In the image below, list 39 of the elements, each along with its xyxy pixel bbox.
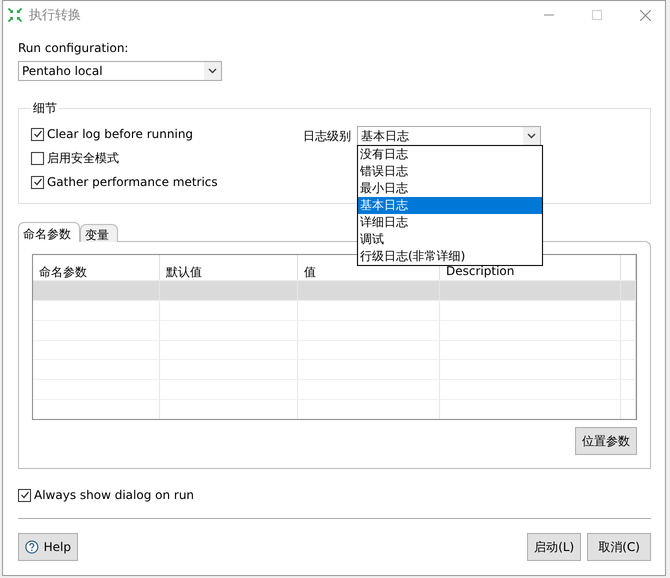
cancel-button[interactable]: 取消(C): [587, 533, 651, 561]
log-level-dropdown[interactable]: 基本日志: [357, 126, 541, 146]
log-level-option[interactable]: 错误日志: [358, 163, 542, 180]
chevron-down-icon: [208, 68, 217, 74]
checkbox-label: 启用安全模式: [47, 150, 119, 166]
checkbox[interactable]: [18, 488, 31, 502]
log-level-option[interactable]: 基本日志: [358, 197, 542, 214]
table-row[interactable]: [33, 320, 636, 340]
log-level-label: 日志级别: [303, 128, 351, 144]
table-row[interactable]: [33, 359, 636, 380]
table-row[interactable]: [33, 399, 636, 419]
run-configuration-label: Run configuration:: [18, 41, 128, 55]
checkbox[interactable]: [31, 152, 44, 164]
checkbox[interactable]: [31, 128, 44, 140]
position-parameters-button[interactable]: 位置参数: [575, 427, 637, 455]
details-legend: 细节: [31, 100, 59, 117]
start-button[interactable]: 启动(L): [527, 533, 582, 561]
checkbox-label: Gather performance metrics: [47, 175, 218, 189]
log-level-option[interactable]: 调试: [358, 231, 542, 248]
checkbox-label: Always show dialog on run: [34, 488, 194, 502]
tab[interactable]: 命名参数: [18, 222, 80, 242]
log-level-option[interactable]: 详细日志: [358, 214, 542, 231]
chevron-down-icon: [527, 133, 536, 139]
log-level-option[interactable]: 没有日志: [358, 146, 542, 163]
window-title: 执行转换: [29, 7, 81, 24]
table-row[interactable]: [33, 280, 636, 300]
table-row[interactable]: [33, 379, 636, 400]
run-configuration-dropdown[interactable]: Pentaho local: [18, 61, 222, 81]
checkbox-label: Clear log before running: [47, 127, 194, 141]
help-button[interactable]: Help: [18, 533, 78, 561]
tab[interactable]: 变量: [80, 224, 118, 242]
close-icon[interactable]: [640, 10, 651, 20]
checkbox[interactable]: [31, 176, 44, 188]
maximize-icon[interactable]: [592, 10, 602, 20]
table-row[interactable]: [33, 340, 636, 360]
log-level-option[interactable]: 最小日志: [358, 180, 542, 197]
table-row[interactable]: [33, 300, 636, 320]
app-icon: [7, 7, 23, 23]
help-icon: [25, 539, 39, 555]
